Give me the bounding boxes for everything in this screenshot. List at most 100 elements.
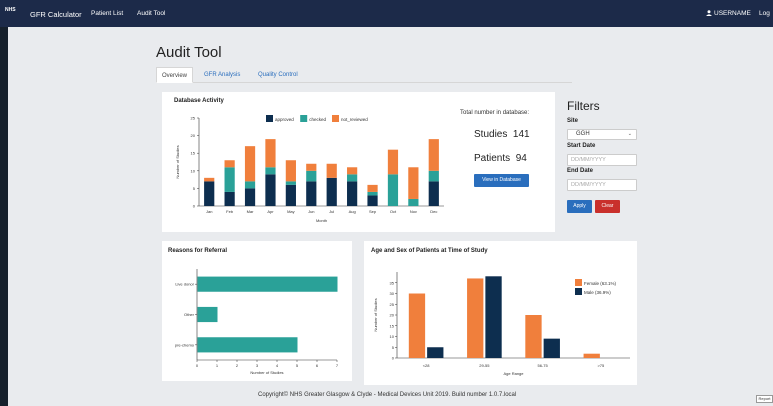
- report-button[interactable]: Report: [756, 395, 773, 403]
- brand-link[interactable]: GFR Calculator: [30, 10, 82, 19]
- x-tick-label: 0: [196, 363, 199, 368]
- x-tick-label: Dec: [430, 209, 437, 214]
- x-tick-label: Sep: [369, 209, 377, 214]
- legend-label: Male (36.9%): [584, 290, 611, 295]
- bar-not_reviewed: [224, 160, 235, 168]
- x-tick-label: Nov: [410, 209, 417, 214]
- bar-not_reviewed: [387, 149, 399, 175]
- clear-button[interactable]: Clear: [595, 200, 620, 213]
- window-edge: [0, 0, 8, 406]
- x-tick-label: Oct: [390, 209, 397, 214]
- legend-label: checked: [309, 117, 326, 122]
- y-tick-label: 10: [191, 168, 196, 173]
- bar-approved: [428, 181, 439, 206]
- bar-not_reviewed: [428, 139, 439, 171]
- app-window: NHS GFR Calculator Patient List Audit To…: [0, 0, 773, 406]
- bar-approved: [306, 181, 317, 206]
- y-axis-label: Number of Studies: [175, 145, 180, 178]
- legend-swatch: [266, 115, 273, 122]
- bar-male: [485, 276, 502, 358]
- x-tick-label: Jan: [206, 209, 212, 214]
- y-tick-label: 30: [390, 291, 395, 296]
- y-tick-label: Live donor: [175, 282, 194, 287]
- bar-not_reviewed: [265, 139, 276, 168]
- x-tick-label: Jul: [329, 209, 334, 214]
- x-tick-label: 29-55: [479, 363, 490, 368]
- bar-approved: [367, 195, 378, 206]
- view-in-database-button[interactable]: View in Database: [474, 174, 529, 187]
- bar-not_reviewed: [408, 167, 419, 199]
- x-tick-label: 5: [296, 363, 299, 368]
- legend-label: not_reviewed: [341, 117, 368, 122]
- studies-value: 141: [512, 129, 530, 140]
- x-tick-label: 1: [216, 363, 219, 368]
- apply-button[interactable]: Apply: [567, 200, 592, 213]
- tab-quality-control[interactable]: Quality Control: [253, 67, 303, 83]
- y-axis-label: Number of Studies: [373, 298, 378, 331]
- x-tick-label: >75: [597, 363, 605, 368]
- y-tick-label: 35: [390, 280, 395, 285]
- x-tick-label: Apr: [267, 209, 274, 214]
- x-tick-label: 7: [336, 363, 339, 368]
- database-activity-title: Database Activity: [174, 98, 224, 104]
- bar-checked: [265, 167, 276, 175]
- end-date-input[interactable]: DD/MM/YYYY: [567, 179, 637, 191]
- bar-checked: [387, 174, 399, 206]
- start-date-input[interactable]: DD/MM/YYYY: [567, 154, 637, 166]
- nav-link-audit-tool[interactable]: Audit Tool: [137, 10, 165, 17]
- bar-checked: [347, 174, 358, 182]
- legend-swatch: [300, 115, 308, 122]
- y-tick-label: 15: [390, 323, 395, 328]
- patients-label: Patients: [474, 153, 511, 164]
- y-tick-label: 10: [390, 334, 395, 339]
- bar-female: [408, 293, 426, 358]
- y-tick-label: Other: [184, 312, 195, 317]
- user-menu[interactable]: USERNAME: [706, 10, 751, 17]
- bar-checked: [306, 170, 317, 182]
- x-tick-label: Feb: [226, 209, 234, 214]
- site-select[interactable]: GGH ⌄: [567, 129, 637, 140]
- tab-overview[interactable]: Overview: [156, 67, 194, 83]
- x-axis-label: Number of Studies: [250, 370, 283, 375]
- tab-gfr-analysis[interactable]: GFR Analysis: [199, 67, 245, 83]
- nhs-logo[interactable]: NHS: [5, 7, 19, 21]
- referral-bar: [197, 306, 218, 323]
- bar-checked: [224, 167, 235, 192]
- y-tick-label: 5: [193, 186, 196, 191]
- bar-approved: [224, 191, 235, 206]
- bar-female: [467, 278, 484, 358]
- studies-stat: Studies 141: [474, 129, 530, 140]
- bar-female: [583, 353, 600, 358]
- filters-title: Filters: [567, 99, 600, 113]
- bar-not_reviewed: [306, 163, 317, 171]
- bar-checked: [428, 170, 439, 182]
- x-tick-label: <28: [423, 363, 431, 368]
- y-tick-label: 20: [191, 133, 196, 138]
- referral-bar: [197, 276, 338, 292]
- x-tick-label: Aug: [349, 209, 356, 214]
- x-axis-label: Age Range: [503, 371, 524, 376]
- footer-text: Copyright© NHS Greater Glasgow & Clyde -…: [258, 392, 517, 398]
- legend-label: Female (63.1%): [584, 281, 617, 286]
- x-tick-label: 3: [256, 363, 259, 368]
- bar-checked: [367, 191, 378, 196]
- page-title: Audit Tool: [156, 44, 222, 61]
- bar-not_reviewed: [204, 177, 215, 182]
- tab-bar: Overview GFR Analysis Quality Control: [156, 67, 572, 83]
- x-tick-label: Mar: [247, 209, 255, 214]
- age-sex-title: Age and Sex of Patients at Time of Study: [371, 248, 488, 254]
- y-tick-label: 0: [193, 204, 196, 209]
- referral-bar: [197, 337, 298, 353]
- legend-swatch: [575, 279, 582, 286]
- total-label: Total number in database:: [460, 110, 530, 116]
- x-tick-label: 56-75: [538, 363, 549, 368]
- bar-approved: [326, 177, 337, 206]
- nav-link-patient-list[interactable]: Patient List: [91, 10, 123, 17]
- bar-not_reviewed: [326, 163, 337, 178]
- site-label: Site: [567, 118, 579, 124]
- y-tick-label: 0: [392, 356, 395, 361]
- start-date-label: Start Date: [567, 143, 596, 149]
- site-value: GGH: [576, 131, 590, 137]
- logout-link[interactable]: Log: [759, 10, 770, 17]
- user-icon: [706, 10, 712, 16]
